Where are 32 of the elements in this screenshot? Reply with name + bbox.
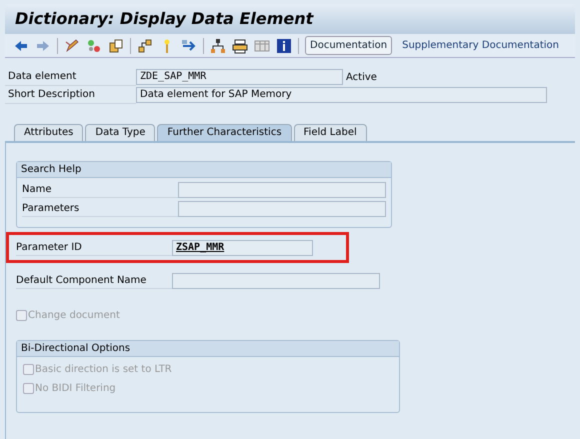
field-label: Name: [22, 182, 178, 198]
input-field[interactable]: [178, 200, 386, 216]
tab[interactable]: Field Label: [294, 124, 367, 141]
documentation-button[interactable]: Documentation: [305, 36, 392, 55]
checkbox-label: Basic direction is set to LTR: [35, 363, 172, 377]
window-title: Dictionary: Display Data Element: [15, 9, 314, 29]
stack-icon[interactable]: [232, 38, 248, 54]
field-label: Parameter ID: [16, 240, 172, 256]
group-title: Search Help: [17, 162, 391, 178]
group-title: Bi-Directional Options: [17, 341, 399, 357]
tree-icon[interactable]: [210, 38, 226, 54]
field-label: Parameters: [22, 200, 178, 216]
arrows-icon[interactable]: [181, 38, 197, 54]
tab[interactable]: Attributes: [14, 124, 84, 141]
input-field[interactable]: Data element for SAP Memory: [136, 87, 547, 103]
checkbox-label: No BIDI Filtering: [35, 382, 116, 396]
checkbox-label: Change document: [28, 309, 120, 323]
grid-icon[interactable]: [254, 38, 270, 54]
info-icon[interactable]: [276, 38, 292, 54]
input-field[interactable]: [172, 272, 380, 288]
circles-icon[interactable]: [86, 38, 102, 54]
documentation-link[interactable]: Supplementary Documentation: [398, 38, 563, 53]
input-field[interactable]: ZSAP_MMR: [172, 240, 313, 256]
hierarchy-icon[interactable]: [137, 38, 153, 54]
tab[interactable]: Data Type: [85, 124, 156, 141]
status-text: Active: [345, 70, 377, 84]
field-label: Default Component Name: [16, 272, 172, 288]
pencil-icon[interactable]: [64, 38, 80, 54]
input-field[interactable]: ZDE_SAP_MMR: [136, 69, 343, 85]
input-field[interactable]: [178, 182, 386, 198]
tab[interactable]: Further Characteristics: [157, 124, 292, 141]
documents-icon[interactable]: [108, 38, 124, 54]
